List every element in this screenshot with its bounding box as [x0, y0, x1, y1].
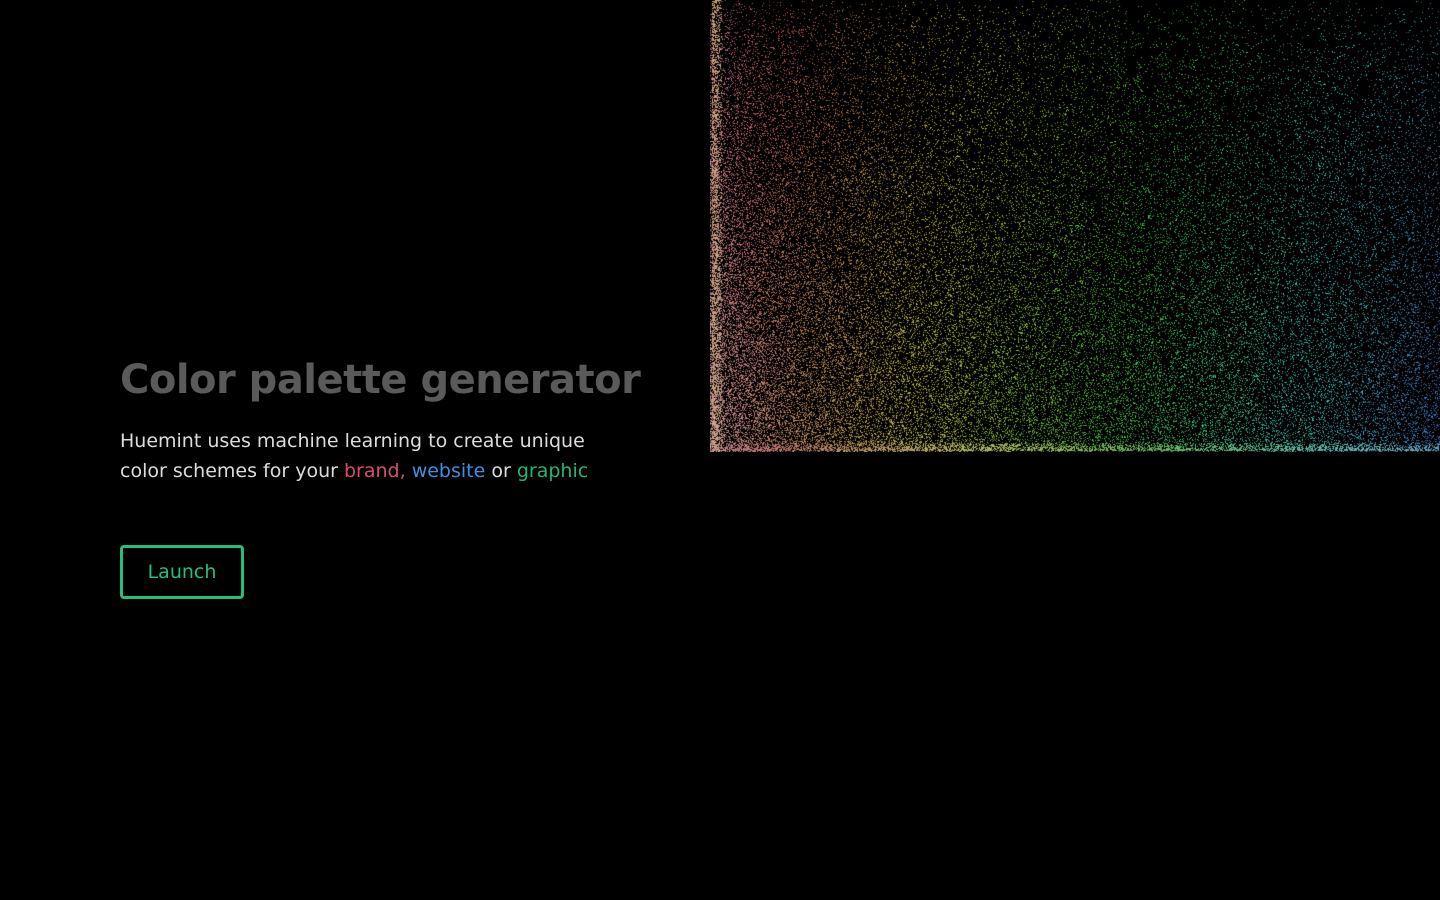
keyword-brand: brand,: [343, 460, 406, 482]
keyword-connector: or: [491, 460, 511, 482]
keyword-website: website: [411, 460, 486, 482]
launch-button[interactable]: Launch: [120, 545, 244, 599]
page-title: Color palette generator: [120, 357, 641, 403]
hero-section: Color palette generator Huemint uses mac…: [120, 354, 641, 486]
hero-description: Huemint uses machine learning to create …: [120, 426, 600, 486]
keyword-graphic: graphic: [516, 460, 589, 482]
particle-field-image: [710, 0, 1440, 452]
color-space-visualization: [710, 0, 1440, 452]
